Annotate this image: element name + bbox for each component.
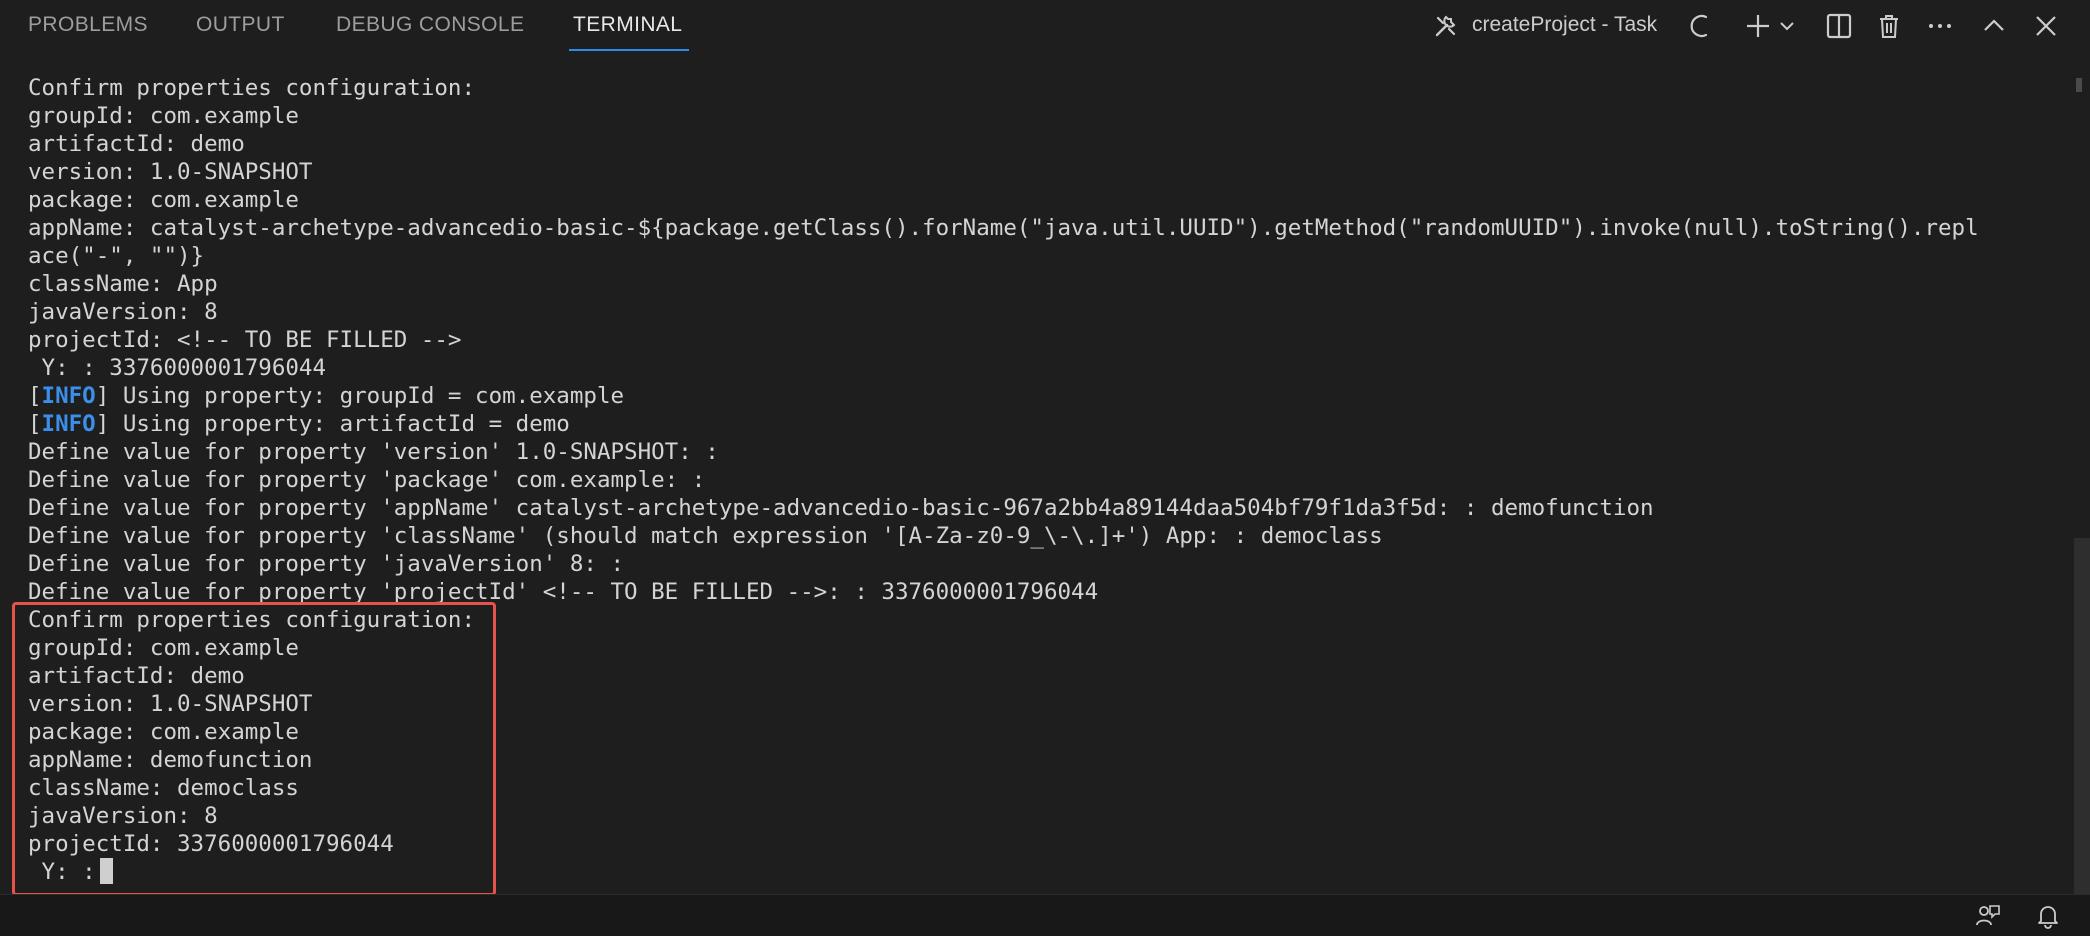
info-tag: INFO bbox=[41, 411, 96, 437]
terminal-line: Confirm properties configuration: bbox=[28, 75, 476, 101]
info-tag: INFO bbox=[41, 383, 96, 409]
terminal-line: ace("-", "")} bbox=[28, 243, 205, 269]
feedback-icon[interactable] bbox=[1972, 900, 2004, 932]
terminal-line: groupId: com.example bbox=[28, 103, 299, 129]
terminal-output[interactable]: Confirm properties configuration: groupI… bbox=[28, 74, 2048, 886]
terminal-line: version: 1.0-SNAPSHOT bbox=[28, 691, 313, 717]
scrollbar-thumb[interactable] bbox=[2074, 538, 2090, 894]
trash-icon[interactable] bbox=[1873, 10, 1905, 42]
scrollbar-marker bbox=[2076, 78, 2082, 92]
terminal-line: Y: : 3376000001796044 bbox=[28, 355, 327, 381]
terminal-line: Define value for property 'projectId' <!… bbox=[28, 579, 1099, 605]
panel-tab-bar: PROBLEMS OUTPUT DEBUG CONSOLE TERMINAL c… bbox=[0, 0, 2090, 52]
terminal-line: javaVersion: 8 bbox=[28, 803, 218, 829]
more-icon[interactable] bbox=[1924, 10, 1956, 42]
terminal-panel: PROBLEMS OUTPUT DEBUG CONSOLE TERMINAL c… bbox=[0, 0, 2090, 936]
terminal-line: package: com.example bbox=[28, 187, 299, 213]
terminal-line: artifactId: demo bbox=[28, 131, 245, 157]
terminal-line: groupId: com.example bbox=[28, 635, 299, 661]
bell-icon[interactable] bbox=[2032, 900, 2064, 932]
terminal-line: javaVersion: 8 bbox=[28, 299, 218, 325]
terminal-line: Confirm properties configuration: bbox=[28, 607, 476, 633]
active-tab-indicator bbox=[569, 49, 689, 51]
terminal-line: appName: demofunction bbox=[28, 747, 313, 773]
tab-problems[interactable]: PROBLEMS bbox=[28, 13, 148, 37]
terminal-line: Define value for property 'className' (s… bbox=[28, 523, 1383, 549]
status-bar bbox=[0, 894, 2090, 936]
task-selector-label[interactable]: createProject - Task bbox=[1472, 13, 1657, 37]
terminal-line: artifactId: demo bbox=[28, 663, 245, 689]
terminal-line: projectId: <!-- TO BE FILLED --> bbox=[28, 327, 462, 353]
chevron-up-icon[interactable] bbox=[1978, 10, 2010, 42]
tab-debug-console[interactable]: DEBUG CONSOLE bbox=[336, 13, 524, 37]
close-icon[interactable] bbox=[2030, 10, 2062, 42]
terminal-line: Define value for property 'version' 1.0-… bbox=[28, 439, 719, 465]
terminal-line: className: App bbox=[28, 271, 218, 297]
split-icon[interactable] bbox=[1823, 10, 1855, 42]
tools-icon[interactable] bbox=[1430, 10, 1462, 42]
terminal-line: className: democlass bbox=[28, 775, 299, 801]
terminal-line: version: 1.0-SNAPSHOT bbox=[28, 159, 313, 185]
terminal-prompt-line[interactable]: Y: : bbox=[28, 858, 2048, 886]
add-icon[interactable] bbox=[1742, 10, 1774, 42]
terminal-line-info: [INFO] Using property: artifactId = demo bbox=[28, 410, 2048, 438]
terminal-cursor bbox=[99, 858, 113, 884]
chevron-down-icon[interactable] bbox=[1776, 10, 1798, 42]
terminal-line: appName: catalyst-archetype-advancedio-b… bbox=[28, 215, 1979, 241]
loading-spinner-icon bbox=[1686, 10, 1718, 42]
terminal-line: Define value for property 'javaVersion' … bbox=[28, 551, 625, 577]
info-message: ] Using property: artifactId = demo bbox=[95, 411, 570, 437]
info-bracket: [ bbox=[28, 383, 42, 409]
info-message: ] Using property: groupId = com.example bbox=[95, 383, 625, 409]
tab-output[interactable]: OUTPUT bbox=[196, 13, 285, 37]
terminal-line: Define value for property 'package' com.… bbox=[28, 467, 706, 493]
prompt-text: Y: : bbox=[28, 859, 96, 885]
terminal-line: Define value for property 'appName' cata… bbox=[28, 495, 1654, 521]
terminal-line: projectId: 3376000001796044 bbox=[28, 831, 394, 857]
info-bracket: [ bbox=[28, 411, 42, 437]
tab-terminal[interactable]: TERMINAL bbox=[573, 13, 682, 37]
terminal-line: package: com.example bbox=[28, 719, 299, 745]
terminal-line-info: [INFO] Using property: groupId = com.exa… bbox=[28, 382, 2048, 410]
